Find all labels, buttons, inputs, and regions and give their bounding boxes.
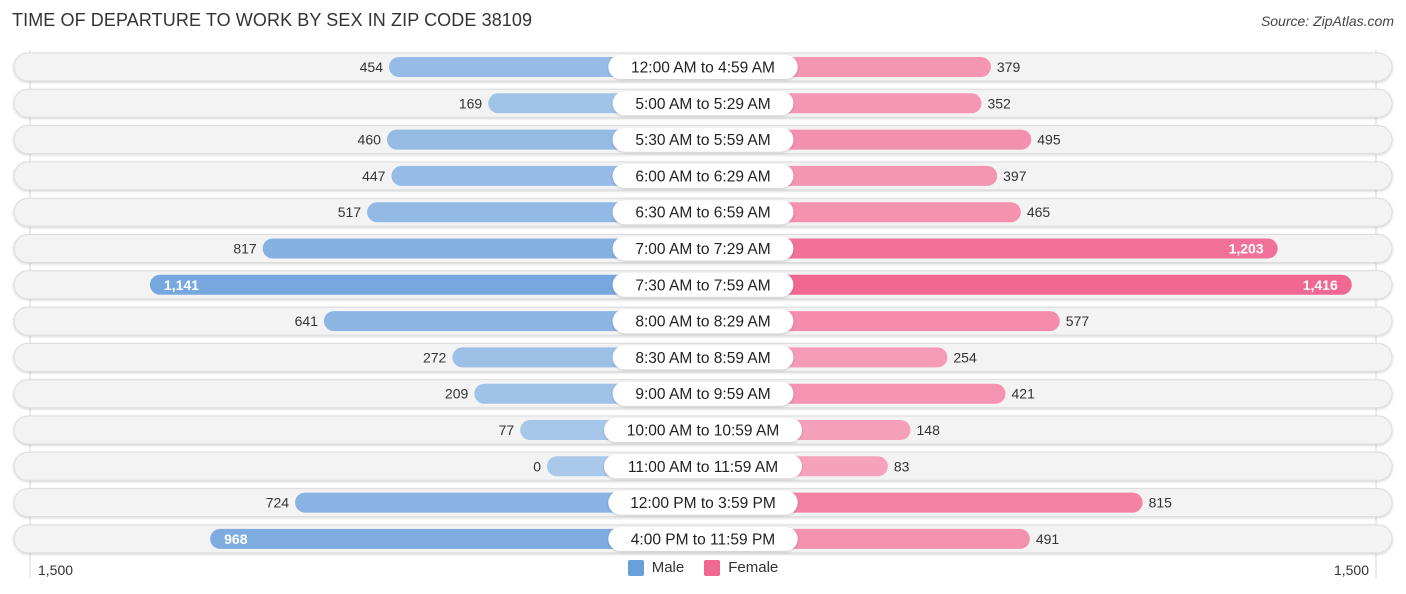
category-label: 5:30 AM to 5:59 AM — [635, 132, 770, 149]
value-label-female: 254 — [953, 349, 977, 365]
value-label-female: 815 — [1149, 495, 1173, 511]
category-label: 8:30 AM to 8:59 AM — [635, 350, 770, 367]
category-label: 4:00 PM to 11:59 PM — [631, 531, 775, 548]
category-label: 5:00 AM to 5:29 AM — [635, 96, 770, 113]
category-label: 12:00 PM to 3:59 PM — [630, 495, 776, 512]
value-label-female: 495 — [1037, 132, 1061, 148]
legend-item-male[interactable]: Male — [627, 559, 685, 576]
value-label-female: 1,416 — [1303, 277, 1338, 293]
chart-plot: 454 379 12:00 AM to 4:59 AM 169 352 5:00 AM t… — [13, 50, 1393, 578]
value-label-female: 148 — [917, 422, 941, 438]
bar-row: 1,141 1,416 7:30 AM to 7:59 AM — [13, 270, 1393, 300]
category-label: 11:00 AM to 11:59 AM — [628, 459, 778, 476]
value-label-male: 454 — [360, 59, 384, 75]
value-label-female: 465 — [1027, 204, 1051, 220]
value-label-female: 421 — [1012, 386, 1036, 402]
value-label-male: 0 — [533, 458, 541, 474]
bar-row: 209 421 9:00 AM to 9:59 AM — [13, 379, 1393, 409]
bar-row: 0 83 11:00 AM to 11:59 AM — [13, 451, 1393, 481]
bar-row: 817 1,203 7:00 AM to 7:29 AM — [13, 234, 1393, 263]
value-label-male: 724 — [266, 495, 290, 511]
category-label: 7:00 AM to 7:29 AM — [635, 241, 770, 258]
legend-item-female[interactable]: Female — [704, 559, 778, 576]
category-label: 9:00 AM to 9:59 AM — [635, 386, 770, 403]
value-label-female: 491 — [1036, 531, 1060, 547]
value-label-male: 817 — [233, 241, 257, 257]
bar-row: 517 465 6:30 AM to 6:59 AM — [13, 197, 1393, 227]
legend-label-female: Female — [728, 559, 779, 576]
bar-row: 77 148 10:00 AM to 10:59 AM — [13, 415, 1393, 445]
legend-swatch-female — [704, 559, 721, 576]
bar-row: 641 577 8:00 AM to 8:29 AM — [13, 306, 1393, 336]
value-label-male: 169 — [459, 95, 483, 111]
bar-row: 968 491 4:00 PM to 11:59 PM — [13, 524, 1393, 554]
value-label-male: 460 — [358, 132, 382, 148]
value-label-male: 77 — [499, 422, 515, 438]
category-label: 8:00 AM to 8:29 AM — [635, 314, 770, 331]
value-label-male: 968 — [224, 531, 248, 547]
value-label-female: 379 — [997, 59, 1021, 75]
category-label: 12:00 AM to 4:59 AM — [631, 60, 775, 77]
bar-female[interactable] — [703, 274, 1352, 295]
value-label-male: 1,141 — [164, 277, 199, 293]
bar-row: 447 397 6:00 AM to 6:29 AM — [13, 161, 1393, 191]
value-label-female: 577 — [1066, 313, 1090, 329]
value-label-male: 641 — [295, 313, 319, 329]
value-label-male: 272 — [423, 349, 447, 365]
value-label-female: 1,203 — [1229, 241, 1264, 257]
bar-row: 272 254 8:30 AM to 8:59 AM — [13, 342, 1393, 372]
legend: Male Female — [0, 559, 1406, 576]
category-label: 10:00 AM to 10:59 AM — [627, 423, 780, 440]
category-label: 7:30 AM to 7:59 AM — [635, 277, 770, 294]
category-label: 6:00 AM to 6:29 AM — [635, 168, 770, 185]
value-label-female: 352 — [987, 95, 1011, 111]
value-label-female: 397 — [1003, 168, 1027, 184]
bar-row: 169 352 5:00 AM to 5:29 AM — [13, 88, 1393, 118]
value-label-male: 447 — [362, 168, 386, 184]
legend-swatch-male — [627, 559, 644, 576]
value-label-male: 517 — [338, 204, 362, 220]
bar-row: 454 379 12:00 AM to 4:59 AM — [13, 52, 1393, 82]
category-label: 6:30 AM to 6:59 AM — [635, 205, 770, 222]
bar-row: 460 495 5:30 AM to 5:59 AM — [13, 125, 1393, 155]
bar-row: 724 815 12:00 PM to 3:59 PM — [13, 488, 1393, 518]
legend-label-male: Male — [651, 559, 685, 576]
value-label-male: 209 — [445, 386, 469, 402]
value-label-female: 83 — [894, 458, 910, 474]
